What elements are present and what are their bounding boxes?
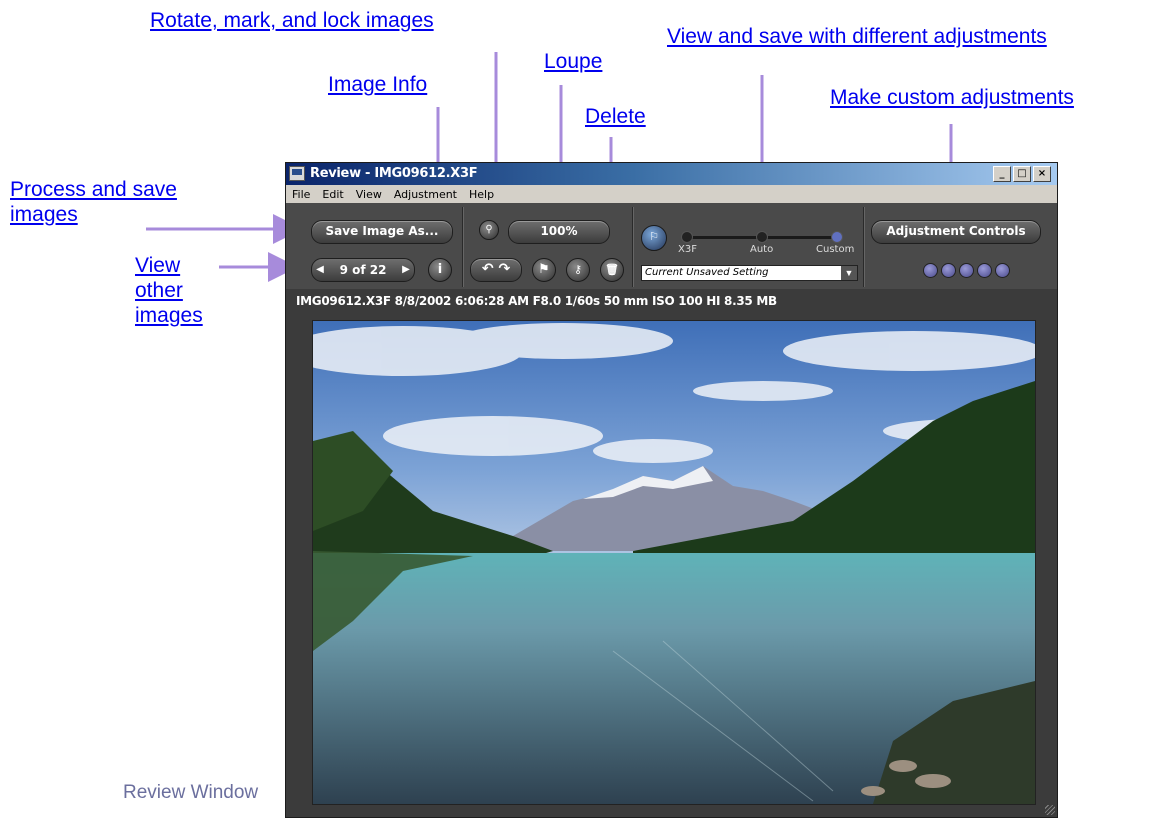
- trash-icon[interactable]: 🗑: [600, 258, 624, 282]
- adjustment-slot-3[interactable]: [959, 263, 974, 278]
- toolbar-divider: [863, 207, 865, 287]
- callout-make-custom-adjustments[interactable]: Make custom adjustments: [830, 85, 1074, 110]
- menu-edit[interactable]: Edit: [316, 188, 349, 201]
- image-position: 9 of 22: [339, 263, 387, 277]
- adjustment-slot-4[interactable]: [977, 263, 992, 278]
- key-icon[interactable]: ⚷: [566, 258, 590, 282]
- toolbar-divider: [462, 207, 464, 287]
- save-image-as-button[interactable]: Save Image As...: [311, 220, 453, 244]
- adjustment-controls-button[interactable]: Adjustment Controls: [871, 220, 1041, 244]
- maximize-button[interactable]: □: [1013, 166, 1031, 182]
- review-window: Review - IMG09612.X3F _ □ × File Edit Vi…: [285, 162, 1058, 818]
- chevron-down-icon[interactable]: ▼: [841, 266, 857, 280]
- info-icon: i: [437, 262, 443, 277]
- menu-file[interactable]: File: [286, 188, 316, 201]
- image-info-bar: IMG09612.X3F 8/8/2002 6:06:28 AM F8.0 1/…: [296, 294, 777, 308]
- setting-selected-value: Current Unsaved Setting: [645, 267, 769, 278]
- window-title: Review - IMG09612.X3F: [310, 166, 478, 181]
- zoom-level: 100%: [540, 224, 578, 238]
- adjustment-slots: [923, 263, 1010, 278]
- callout-view-other-images[interactable]: View other images: [135, 253, 215, 328]
- slider-stop-auto[interactable]: [756, 231, 768, 243]
- lake-photo: [313, 321, 1035, 804]
- rotate-right-icon[interactable]: ↷: [498, 261, 510, 277]
- slider-label-custom: Custom: [816, 244, 855, 255]
- close-button[interactable]: ×: [1033, 166, 1051, 182]
- slider-stop-x3f[interactable]: [681, 231, 693, 243]
- flag-icon[interactable]: ⚑: [532, 258, 556, 282]
- toolbar-divider: [632, 207, 634, 287]
- callout-view-save-adjustments[interactable]: View and save with different adjustments: [667, 24, 1047, 49]
- image-info-button[interactable]: i: [428, 258, 452, 282]
- next-image-button[interactable]: ▶: [398, 259, 414, 281]
- resize-grip[interactable]: [1045, 805, 1055, 815]
- slider-stop-custom[interactable]: [831, 231, 843, 243]
- adjustment-slot-2[interactable]: [941, 263, 956, 278]
- window-titlebar[interactable]: Review - IMG09612.X3F _ □ ×: [286, 163, 1057, 185]
- callout-delete[interactable]: Delete: [585, 104, 646, 129]
- loupe-zoom-control[interactable]: 100%: [508, 220, 610, 244]
- x3f-mode-icon[interactable]: ⚐: [641, 225, 667, 251]
- toolbar: Save Image As... ◀ 9 of 22 ▶ i ⚲ 100% ↶ …: [286, 203, 1057, 289]
- setting-select[interactable]: Current Unsaved Setting ▼: [641, 265, 858, 281]
- slider-label-auto: Auto: [750, 244, 774, 255]
- menu-adjustment[interactable]: Adjustment: [388, 188, 463, 201]
- callout-loupe[interactable]: Loupe: [544, 49, 602, 74]
- adjustment-slot-1[interactable]: [923, 263, 938, 278]
- previous-image-button[interactable]: ◀: [312, 259, 328, 281]
- callout-image-info[interactable]: Image Info: [328, 72, 427, 97]
- rotate-left-icon[interactable]: ↶: [482, 261, 494, 277]
- app-icon: [289, 166, 305, 181]
- callout-rotate-mark-lock[interactable]: Rotate, mark, and lock images: [150, 8, 434, 33]
- magnifier-icon[interactable]: ⚲: [479, 220, 499, 240]
- adjustment-slot-5[interactable]: [995, 263, 1010, 278]
- rotate-controls: ↶ ↷: [470, 258, 522, 282]
- callout-process-save[interactable]: Process and save images: [10, 177, 240, 227]
- slider-label-x3f: X3F: [678, 244, 697, 255]
- menu-help[interactable]: Help: [463, 188, 500, 201]
- menu-view[interactable]: View: [350, 188, 388, 201]
- figure-caption: Review Window: [123, 782, 259, 803]
- menu-bar: File Edit View Adjustment Help: [286, 185, 1057, 203]
- image-navigator: ◀ 9 of 22 ▶: [311, 258, 415, 282]
- image-preview[interactable]: [312, 320, 1036, 805]
- minimize-button[interactable]: _: [993, 166, 1011, 182]
